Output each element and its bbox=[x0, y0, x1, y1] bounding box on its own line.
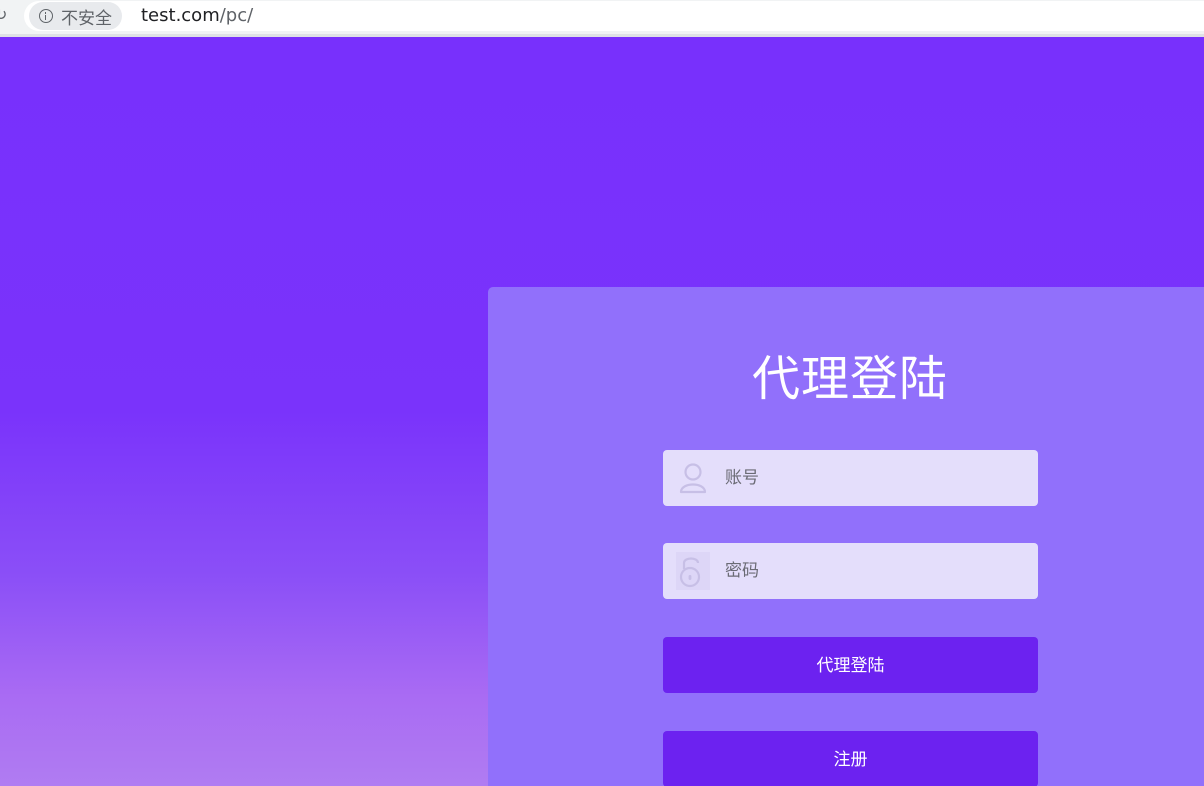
browser-toolbar: ↻ 不安全 test.com/pc/ bbox=[0, 0, 1204, 37]
register-button[interactable]: 注册 bbox=[663, 731, 1038, 786]
security-chip[interactable]: 不安全 bbox=[29, 2, 122, 30]
password-input[interactable] bbox=[725, 543, 1025, 599]
lock-icon bbox=[676, 552, 710, 590]
url-text[interactable]: test.com/pc/ bbox=[141, 3, 253, 29]
info-icon bbox=[39, 9, 53, 23]
security-label: 不安全 bbox=[61, 8, 112, 29]
reload-icon[interactable]: ↻ bbox=[0, 6, 8, 24]
address-bar[interactable]: 不安全 test.com/pc/ bbox=[24, 1, 1204, 31]
account-field[interactable] bbox=[663, 450, 1038, 506]
login-card: 代理登陆 代理登陆 注册 bbox=[488, 287, 1204, 786]
password-field[interactable] bbox=[663, 543, 1038, 599]
user-icon bbox=[679, 463, 707, 494]
page-background: 代理登陆 代理登陆 注册 bbox=[0, 37, 1204, 786]
account-input[interactable] bbox=[725, 450, 1025, 506]
url-host: test.com bbox=[141, 5, 220, 26]
login-title: 代理登陆 bbox=[751, 351, 948, 407]
login-button[interactable]: 代理登陆 bbox=[663, 637, 1038, 693]
url-path: /pc/ bbox=[219, 5, 254, 26]
